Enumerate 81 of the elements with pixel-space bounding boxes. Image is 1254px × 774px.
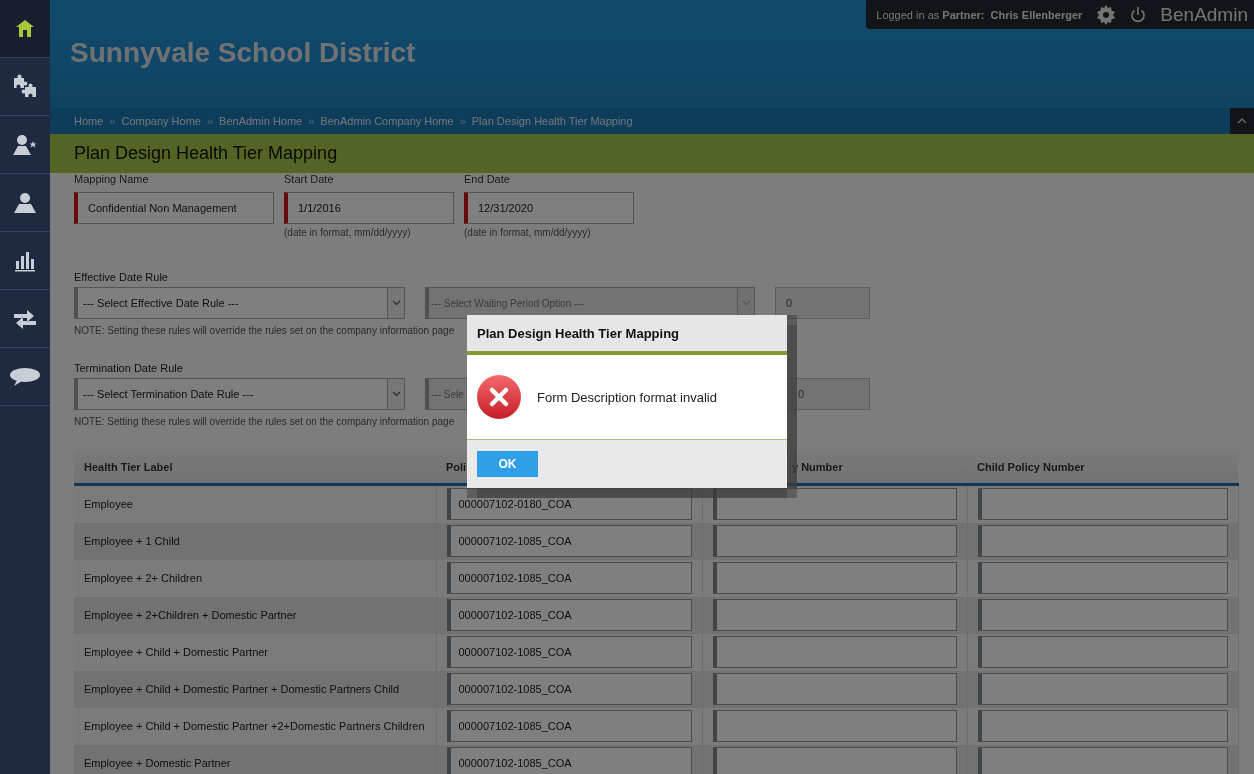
- dialog-title: Plan Design Health Tier Mapping: [467, 315, 787, 355]
- policy-number-field[interactable]: 000007102-1085_COA: [446, 710, 692, 742]
- error-message: Form Description format invalid: [537, 389, 717, 405]
- input-field[interactable]: [712, 710, 957, 742]
- table-cell: Employee + 2+ Children: [74, 559, 436, 597]
- field-label: End Date: [464, 173, 510, 187]
- breadcrumb-link[interactable]: Plan Design Health Tier Mapping: [471, 115, 633, 127]
- date-format-hint: (date in format, mm/dd/yyyy): [464, 227, 591, 240]
- breadcrumb-link[interactable]: Company Home: [121, 115, 201, 127]
- chart-icon: [14, 249, 36, 272]
- column-header: Health Tier Label: [74, 452, 436, 484]
- input-field[interactable]: [712, 673, 957, 705]
- settings-icon[interactable]: [1096, 4, 1117, 25]
- table-cell: Employee + Child + Domestic Partner + Domestic Partners Child: [74, 670, 436, 708]
- breadcrumb-separator: »: [206, 115, 214, 127]
- logged-in-text: Logged in as Partner: Chris Ellenberger: [876, 8, 1083, 21]
- policy-number-field[interactable]: 000007102-1085_COA: [446, 747, 692, 774]
- ok-button[interactable]: OK: [477, 451, 538, 477]
- input-field[interactable]: [977, 488, 1228, 520]
- date-format-hint: (date in format, mm/dd/yyyy): [284, 227, 411, 240]
- field-label: Termination Date Rule: [74, 362, 183, 376]
- person-star-icon: [12, 132, 38, 157]
- input-field[interactable]: [977, 710, 1228, 742]
- input-field[interactable]: [977, 562, 1228, 594]
- input-field[interactable]: [977, 636, 1228, 668]
- input-field[interactable]: [712, 599, 957, 631]
- dropdown[interactable]: --- Select Termination Date Rule ---: [74, 378, 405, 410]
- input-field[interactable]: [977, 525, 1228, 557]
- input-field[interactable]: [712, 488, 957, 520]
- days-field[interactable]: 0: [775, 287, 870, 319]
- breadcrumb-link[interactable]: BenAdmin Company Home: [320, 115, 454, 127]
- caret-icon: [1237, 118, 1247, 124]
- input-field[interactable]: [712, 747, 957, 774]
- breadcrumb-separator: »: [459, 115, 466, 127]
- input-field[interactable]: [977, 673, 1228, 705]
- input-field[interactable]: [712, 636, 957, 668]
- note-text: NOTE: Setting these rules will override the rules set on the company information page: [74, 325, 455, 338]
- app-name: BenAdmin: [1160, 3, 1248, 26]
- home-icon: [14, 17, 36, 40]
- policy-number-field[interactable]: 000007102-1085_COA: [446, 599, 692, 631]
- breadcrumb-separator: »: [109, 115, 116, 127]
- table-cell: Employee + Domestic Partner: [74, 744, 436, 774]
- page-title: Plan Design Health Tier Mapping: [74, 143, 338, 164]
- dropdown[interactable]: --- Select Effective Date Rule ---: [74, 287, 405, 319]
- table-cell: Employee + Child + Domestic Partner +2+Domestic Partners Children: [74, 707, 436, 745]
- collapse-button[interactable]: [1230, 108, 1254, 134]
- policy-number-field[interactable]: 000007102-0180_COA: [446, 488, 692, 520]
- input-field[interactable]: 1/1/2016: [284, 192, 454, 224]
- column-header: Child Policy Number: [967, 452, 1238, 484]
- sidebar-item[interactable]: [0, 0, 50, 58]
- power-icon[interactable]: [1130, 5, 1147, 24]
- chevron-down-icon: [391, 391, 401, 397]
- district-title: Sunnyvale School District: [70, 37, 416, 69]
- field-label: Mapping Name: [74, 173, 149, 187]
- input-field[interactable]: Confidential Non Management: [74, 192, 274, 224]
- policy-number-field[interactable]: 000007102-1085_COA: [446, 673, 692, 705]
- table-cell: Employee + 1 Child: [74, 522, 436, 560]
- puzzle-icon: [12, 73, 38, 100]
- breadcrumb-link[interactable]: Home: [74, 115, 104, 127]
- table-cell: Employee + Child + Domestic Partner: [74, 633, 436, 671]
- breadcrumb-separator: »: [308, 115, 315, 127]
- person-icon: [13, 190, 37, 215]
- policy-number-field[interactable]: 000007102-1085_COA: [446, 562, 692, 594]
- input-field[interactable]: [712, 525, 957, 557]
- breadcrumb-link[interactable]: BenAdmin Home: [219, 115, 303, 127]
- input-field[interactable]: [977, 747, 1228, 774]
- input-field[interactable]: 12/31/2020: [464, 192, 634, 224]
- policy-number-field[interactable]: 000007102-1085_COA: [446, 636, 692, 668]
- chevron-down-icon: [391, 300, 401, 306]
- input-field[interactable]: [977, 599, 1228, 631]
- arrows-icon: [12, 307, 38, 330]
- chat-icon: [8, 366, 42, 387]
- field-label: Effective Date Rule: [74, 271, 168, 285]
- field-label: Start Date: [284, 173, 334, 187]
- input-field[interactable]: [712, 562, 957, 594]
- policy-number-field[interactable]: 000007102-1085_COA: [446, 525, 692, 557]
- error-icon: [477, 375, 521, 419]
- note-text: NOTE: Setting these rules will override the rules set on the company information page: [74, 416, 455, 429]
- chevron-down-icon: [741, 300, 751, 306]
- table-cell: Employee + 2+Children + Domestic Partner: [74, 596, 436, 634]
- table-cell: Employee: [74, 484, 436, 523]
